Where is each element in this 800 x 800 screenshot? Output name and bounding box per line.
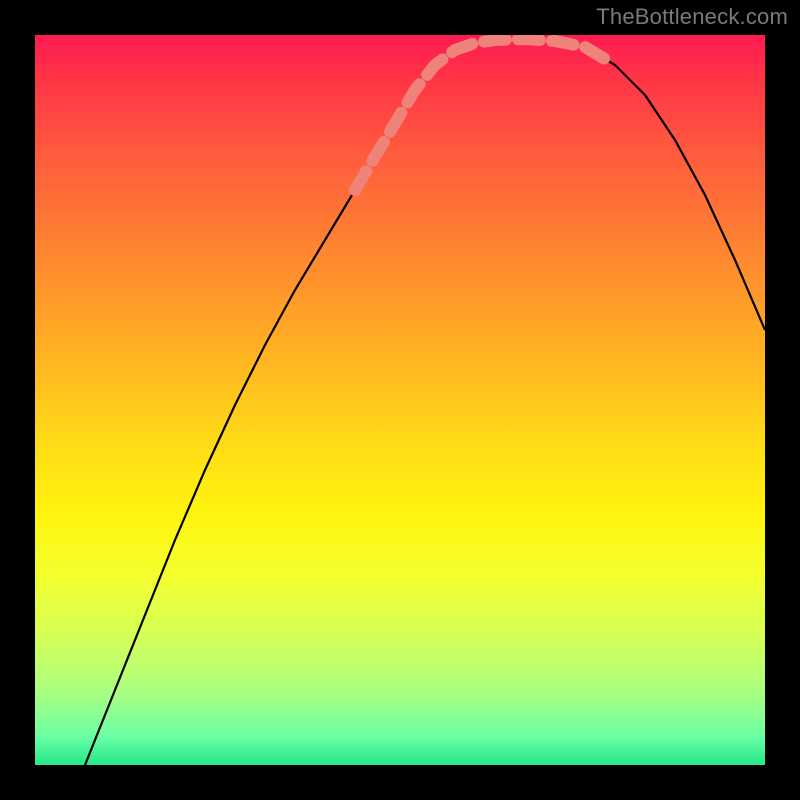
plot-area [35, 35, 765, 765]
outer-frame: TheBottleneck.com [0, 0, 800, 800]
watermark-text: TheBottleneck.com [596, 4, 788, 30]
optimal-region-highlight [355, 39, 610, 190]
bottleneck-curve [85, 39, 765, 765]
chart-svg [35, 35, 765, 765]
